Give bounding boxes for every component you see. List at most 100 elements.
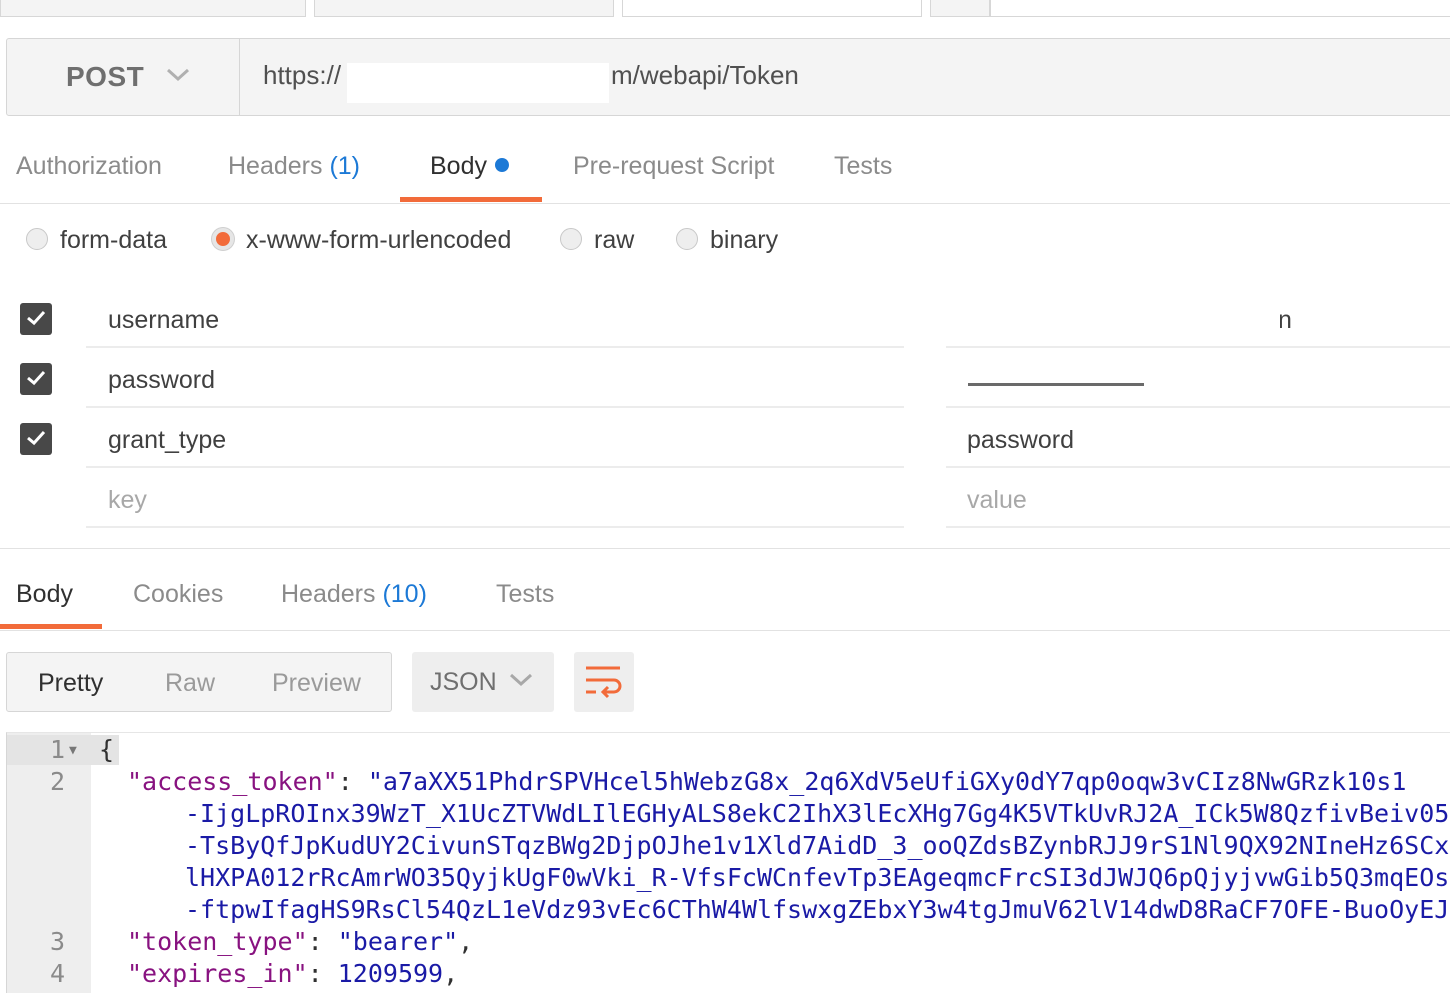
resp-tab-cookies[interactable]: Cookies — [133, 580, 223, 609]
key-underline — [86, 466, 904, 468]
radio-binary[interactable] — [676, 228, 698, 250]
param-row: password — [0, 350, 1450, 410]
check-icon — [27, 310, 46, 326]
param-value-input[interactable]: password — [967, 426, 1074, 455]
check-icon — [27, 430, 46, 446]
headers-count-badge: (1) — [329, 152, 361, 180]
resp-tab-headers[interactable]: Headers (10) — [281, 580, 427, 609]
view-mode-group: Pretty Raw Preview — [6, 652, 392, 712]
line-number: 3 — [49, 927, 65, 956]
method-label: POST — [66, 61, 145, 92]
headers-count-badge: (10) — [382, 580, 427, 608]
param-key-input[interactable]: grant_type — [108, 426, 226, 455]
view-preview-button[interactable]: Preview — [272, 669, 361, 698]
param-checkbox[interactable] — [20, 363, 52, 395]
json-string-wrap: lHXPA012rRcAmrWO35QyjkUgF0wVki_R-VfsFcWC… — [185, 863, 1450, 892]
json-string: "a7aXX51PhdrSPVHcel5hWebzG8x_2q6XdV5eUfi… — [367, 767, 1407, 796]
json-open-brace: { — [99, 735, 115, 764]
tab-label: Headers — [228, 152, 323, 180]
tab-authorization[interactable]: Authorization — [16, 152, 162, 181]
view-pretty-button[interactable]: Pretty — [38, 669, 103, 698]
radio-label-urlencoded[interactable]: x-www-form-urlencoded — [246, 226, 511, 255]
json-string-wrap: -IjgLpROInx39WzT_X1UcZTVWdLIlEGHyALS8ekC… — [185, 799, 1450, 828]
json-key: "token_type" — [127, 927, 308, 956]
value-redaction — [964, 290, 1280, 346]
new-param-row: key value — [0, 470, 1450, 530]
json-line-access-token: "access_token": "a7aXX51PhdrSPVHcel5hWeb… — [127, 767, 1407, 796]
line-number: 2 — [49, 767, 65, 796]
json-string-wrap: -ftpwIfagHS9RsCl54QzL1eVdz93vEc6CThW4Wlf… — [185, 895, 1450, 924]
json-key: "access_token" — [127, 767, 338, 796]
param-checkbox[interactable] — [20, 303, 52, 335]
tab-body[interactable]: Body — [430, 152, 509, 181]
param-row: grant_type password — [0, 410, 1450, 470]
wrap-lines-icon — [586, 666, 622, 699]
request-tabs: Authorization Headers (1) Body Pre-reque… — [0, 140, 1450, 204]
tab-label: Authorization — [16, 152, 162, 180]
json-string-wrap: -TsByQfJpKudUY2CivunSTqzBWg2DjpOJhe1v1Xl… — [185, 831, 1450, 860]
response-code-viewer[interactable]: 1 ▼ 2 3 4 { "access_token": "a7aXX51Phdr… — [6, 732, 1450, 993]
tab-label: Body — [430, 152, 487, 180]
param-value-input[interactable]: n — [1278, 306, 1292, 335]
json-key: "expires_in" — [127, 959, 308, 988]
tab-tests[interactable]: Tests — [834, 152, 892, 181]
value-underline — [946, 406, 1450, 408]
key-underline — [86, 346, 904, 348]
section-divider — [0, 548, 1450, 549]
param-checkbox[interactable] — [20, 423, 52, 455]
redacted-value-remnant — [968, 383, 1144, 386]
top-tab-active[interactable] — [622, 0, 922, 17]
radio-label-raw[interactable]: raw — [594, 226, 634, 255]
tab-headers[interactable]: Headers (1) — [228, 152, 360, 181]
json-number: 1209599 — [337, 959, 444, 988]
tab-label: Pre-request Script — [573, 152, 775, 180]
value-underline — [946, 466, 1450, 468]
top-tab[interactable] — [0, 0, 306, 17]
url-suffix[interactable]: m/webapi/Token — [611, 60, 799, 91]
value-underline — [946, 346, 1450, 348]
line-number: 1 — [49, 735, 65, 764]
tab-pre-request-script[interactable]: Pre-request Script — [573, 152, 774, 181]
modified-dot-icon — [494, 158, 509, 173]
radio-raw[interactable] — [560, 228, 582, 250]
check-icon — [27, 370, 46, 386]
method-select[interactable]: POST — [7, 39, 240, 115]
top-tab[interactable] — [930, 0, 990, 17]
json-line-expires-in: "expires_in": 1209599, — [127, 959, 459, 988]
url-input[interactable]: https:// — [263, 60, 341, 91]
radio-label-binary[interactable]: binary — [710, 226, 778, 255]
active-tab-underline — [400, 197, 542, 202]
url-redaction — [347, 63, 609, 103]
resp-tab-body[interactable]: Body — [16, 580, 73, 609]
top-tab[interactable] — [990, 0, 1450, 17]
resp-tab-tests[interactable]: Tests — [496, 580, 554, 609]
response-tabs: Body Cookies Headers (10) Tests — [0, 560, 1450, 631]
top-tab[interactable] — [314, 0, 614, 17]
value-underline — [946, 526, 1450, 528]
new-value-input[interactable]: value — [967, 486, 1027, 515]
json-line-token-type: "token_type": "bearer", — [127, 927, 474, 956]
new-key-input[interactable]: key — [108, 486, 147, 515]
tab-label: Tests — [834, 152, 893, 180]
wrap-lines-button[interactable] — [574, 652, 634, 712]
active-tab-underline — [0, 624, 102, 629]
line-number: 4 — [49, 959, 65, 988]
key-underline — [86, 526, 904, 528]
fold-arrow-icon[interactable]: ▼ — [69, 743, 77, 758]
body-type-selector: form-data x-www-form-urlencoded raw bina… — [0, 222, 1000, 262]
tab-label: Headers — [281, 580, 376, 608]
radio-urlencoded[interactable] — [212, 228, 234, 250]
json-string: "bearer" — [337, 927, 459, 956]
request-bar: POST https:// m/webapi/Token — [6, 38, 1450, 116]
param-key-input[interactable]: username — [108, 306, 219, 335]
view-raw-button[interactable]: Raw — [165, 669, 215, 698]
top-tab-strip — [0, 0, 1450, 18]
chevron-down-icon — [509, 673, 533, 692]
format-select[interactable]: JSON — [412, 652, 554, 712]
radio-label-form-data[interactable]: form-data — [60, 226, 167, 255]
radio-form-data[interactable] — [26, 228, 48, 250]
key-underline — [86, 406, 904, 408]
chevron-down-icon — [166, 68, 190, 87]
param-key-input[interactable]: password — [108, 366, 215, 395]
param-row: username n — [0, 290, 1450, 350]
